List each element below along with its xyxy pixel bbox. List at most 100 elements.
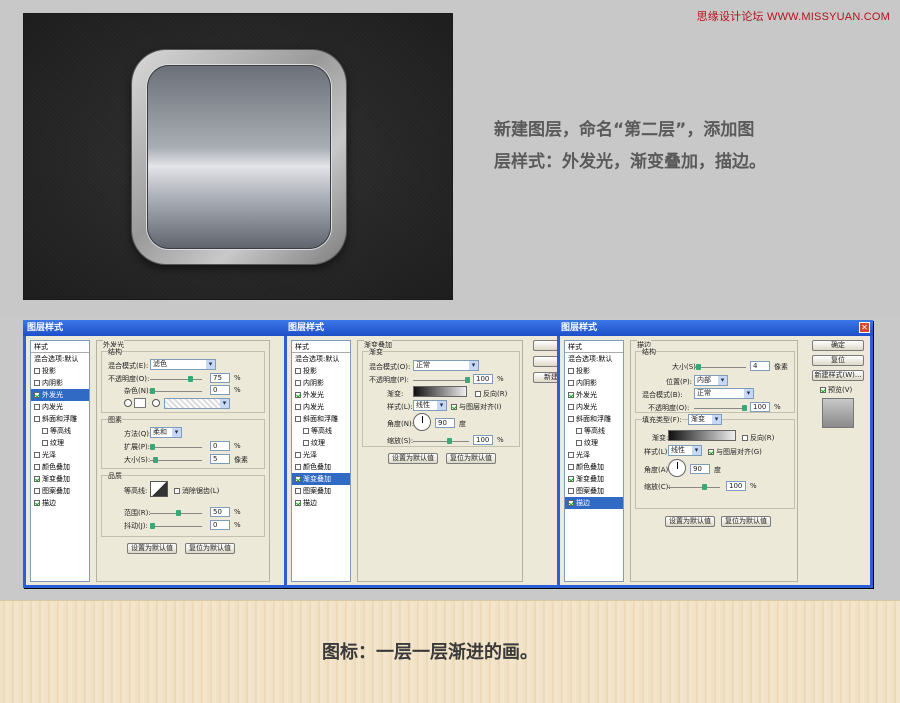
make-default-button[interactable]: 设置为默认值: [665, 516, 715, 527]
ok-button[interactable]: 确定: [812, 340, 864, 351]
spread-input[interactable]: 0: [210, 441, 230, 451]
style-checkbox[interactable]: [568, 368, 574, 374]
fill-type-select[interactable]: 渐变: [688, 414, 722, 425]
reverse-checkbox[interactable]: 反向(R): [475, 389, 507, 399]
range-input[interactable]: 50: [210, 507, 230, 517]
glow-color-swatch[interactable]: [134, 398, 146, 408]
style-checkbox[interactable]: [568, 416, 574, 422]
style-item[interactable]: 颜色叠加: [31, 461, 89, 473]
method-select[interactable]: 柔和: [150, 427, 182, 438]
range-slider[interactable]: [150, 510, 202, 516]
size-input[interactable]: 4: [750, 361, 770, 371]
style-item[interactable]: 纹理: [292, 437, 350, 449]
style-item[interactable]: 内阴影: [31, 377, 89, 389]
size-slider[interactable]: [694, 364, 746, 370]
style-checkbox[interactable]: [295, 500, 301, 506]
style-item[interactable]: 等高线: [292, 425, 350, 437]
style-checkbox[interactable]: [576, 428, 582, 434]
style-item[interactable]: 图案叠加: [292, 485, 350, 497]
style-checkbox[interactable]: [34, 404, 40, 410]
style-checkbox[interactable]: [568, 500, 574, 506]
noise-slider[interactable]: [150, 388, 202, 394]
style-select[interactable]: 线性: [668, 445, 702, 456]
reset-default-button[interactable]: 复位为默认值: [721, 516, 771, 527]
style-item[interactable]: 渐变叠加: [565, 473, 623, 485]
style-checkbox[interactable]: [295, 416, 301, 422]
style-checkbox[interactable]: [295, 452, 301, 458]
gradient-picker[interactable]: [668, 430, 736, 441]
style-item[interactable]: 图案叠加: [565, 485, 623, 497]
antialias-checkbox[interactable]: 消除锯齿(L): [174, 486, 219, 496]
gradient-picker[interactable]: [413, 386, 467, 397]
style-checkbox[interactable]: [42, 428, 48, 434]
style-item[interactable]: 等高线: [31, 425, 89, 437]
opacity-slider[interactable]: [150, 376, 202, 382]
opacity-slider[interactable]: [694, 405, 747, 411]
scale-input[interactable]: 100: [726, 481, 746, 491]
style-item[interactable]: 投影: [292, 365, 350, 377]
blend-mode-select[interactable]: 滤色: [150, 359, 216, 370]
style-item[interactable]: 内发光: [31, 401, 89, 413]
style-item[interactable]: 光泽: [292, 449, 350, 461]
size-input[interactable]: 5: [210, 454, 230, 464]
style-item[interactable]: 内阴影: [292, 377, 350, 389]
style-checkbox[interactable]: [34, 452, 40, 458]
align-checkbox[interactable]: 与图层对齐(G): [708, 447, 762, 457]
style-checkbox[interactable]: [34, 500, 40, 506]
style-checkbox[interactable]: [568, 488, 574, 494]
style-checkbox[interactable]: [568, 404, 574, 410]
style-checkbox[interactable]: [568, 380, 574, 386]
style-item[interactable]: 斜面和浮雕: [31, 413, 89, 425]
angle-dial[interactable]: [413, 413, 431, 431]
style-item[interactable]: 外发光: [31, 389, 89, 401]
opacity-input[interactable]: 100: [473, 374, 493, 384]
style-item[interactable]: 斜面和浮雕: [565, 413, 623, 425]
style-checkbox[interactable]: [295, 368, 301, 374]
style-item[interactable]: 渐变叠加: [292, 473, 350, 485]
style-item[interactable]: 内发光: [292, 401, 350, 413]
style-checkbox[interactable]: [303, 428, 309, 434]
style-select[interactable]: 线性: [413, 400, 447, 411]
style-item[interactable]: 内阴影: [565, 377, 623, 389]
style-item[interactable]: 颜色叠加: [292, 461, 350, 473]
preview-checkbox[interactable]: 预览(V): [820, 385, 852, 395]
style-checkbox[interactable]: [34, 464, 40, 470]
blend-options-item[interactable]: 混合选项:默认: [565, 353, 623, 365]
style-item[interactable]: 纹理: [31, 437, 89, 449]
opacity-input[interactable]: 100: [750, 402, 770, 412]
close-icon[interactable]: ✕: [859, 322, 870, 333]
contour-picker[interactable]: [150, 481, 168, 497]
angle-input[interactable]: 90: [690, 464, 710, 474]
style-checkbox[interactable]: [34, 476, 40, 482]
opacity-slider[interactable]: [413, 377, 470, 383]
style-checkbox[interactable]: [568, 476, 574, 482]
glow-gradient-select[interactable]: [164, 398, 230, 409]
style-item[interactable]: 渐变叠加: [31, 473, 89, 485]
blend-mode-select[interactable]: 正常: [694, 388, 754, 399]
style-checkbox[interactable]: [34, 380, 40, 386]
blend-options-item[interactable]: 混合选项:默认: [292, 353, 350, 365]
scale-input[interactable]: 100: [473, 435, 493, 445]
gradient-radio[interactable]: [152, 399, 160, 407]
styles-header[interactable]: 样式: [565, 341, 623, 353]
style-item[interactable]: 描边: [31, 497, 89, 509]
style-checkbox[interactable]: [295, 464, 301, 470]
style-checkbox[interactable]: [295, 380, 301, 386]
style-item[interactable]: 图案叠加: [31, 485, 89, 497]
style-item[interactable]: 投影: [565, 365, 623, 377]
style-checkbox[interactable]: [42, 440, 48, 446]
style-checkbox[interactable]: [34, 488, 40, 494]
blend-mode-select[interactable]: 正常: [413, 360, 479, 371]
style-checkbox[interactable]: [34, 368, 40, 374]
reverse-checkbox[interactable]: 反向(R): [742, 433, 774, 443]
angle-input[interactable]: 90: [435, 418, 455, 428]
style-item[interactable]: 纹理: [565, 437, 623, 449]
style-item[interactable]: 投影: [31, 365, 89, 377]
style-checkbox[interactable]: [303, 440, 309, 446]
reset-default-button[interactable]: 复位为默认值: [185, 543, 235, 554]
reset-default-button[interactable]: 复位为默认值: [446, 453, 496, 464]
opacity-input[interactable]: 75: [210, 373, 230, 383]
style-checkbox[interactable]: [34, 392, 40, 398]
style-item[interactable]: 外发光: [565, 389, 623, 401]
reset-button[interactable]: 复位: [812, 355, 864, 366]
